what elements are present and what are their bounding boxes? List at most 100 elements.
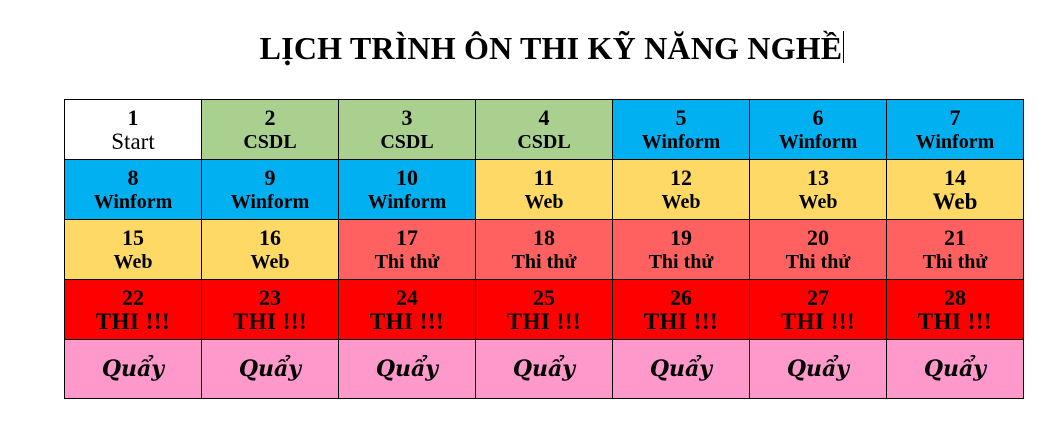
schedule-cell[interactable]: 17 Thi thử — [338, 219, 476, 280]
day-number: 13 — [807, 164, 829, 190]
schedule-week-4: 22 THI !!! 23 THI !!! 24 THI !!! 25 THI … — [64, 279, 1024, 340]
day-number: 23 — [259, 284, 281, 310]
day-topic: Thi thử — [648, 250, 714, 273]
day-number: 4 — [538, 104, 550, 130]
schedule-table: 1 Start 2 CSDL 3 CSDL 4 CSDL 5 Winform 6… — [64, 99, 1024, 399]
day-topic: Web — [661, 190, 701, 213]
day-topic: THI !!! — [917, 308, 993, 334]
day-number: 28 — [944, 284, 966, 310]
day-topic: Winform — [915, 130, 995, 153]
day-number: 20 — [807, 224, 829, 250]
day-number: 14 — [944, 164, 966, 190]
schedule-cell[interactable]: 8 Winform — [64, 159, 202, 220]
schedule-cell[interactable]: Quẩy — [749, 339, 887, 399]
schedule-cell[interactable]: Quẩy — [475, 339, 613, 399]
day-topic: Web — [798, 190, 838, 213]
schedule-cell[interactable]: 19 Thi thử — [612, 219, 750, 280]
schedule-cell[interactable]: 6 Winform — [749, 99, 887, 160]
day-number: 18 — [533, 224, 555, 250]
schedule-cell[interactable]: 26 THI !!! — [612, 279, 750, 340]
schedule-cell[interactable]: 12 Web — [612, 159, 750, 220]
day-topic: Winform — [230, 190, 310, 213]
day-number: 26 — [670, 284, 692, 310]
day-number: 15 — [122, 224, 144, 250]
day-number: 6 — [812, 104, 824, 130]
schedule-cell[interactable]: 14 Web — [886, 159, 1024, 220]
day-topic: Thi thử — [922, 250, 988, 273]
schedule-week-2: 8 Winform 9 Winform 10 Winform 11 Web 12… — [64, 159, 1024, 220]
day-topic: Web — [113, 250, 153, 273]
schedule-cell[interactable]: 22 THI !!! — [64, 279, 202, 340]
schedule-cell[interactable]: 13 Web — [749, 159, 887, 220]
page-title-text: LỊCH TRÌNH ÔN THI KỸ NĂNG NGHỀ — [259, 30, 843, 66]
day-number: 25 — [533, 284, 555, 310]
schedule-cell[interactable]: 25 THI !!! — [475, 279, 613, 340]
schedule-cell[interactable]: 5 Winform — [612, 99, 750, 160]
day-topic: Quẩy — [238, 356, 302, 382]
day-number: 7 — [949, 104, 961, 130]
day-number: 2 — [264, 104, 276, 130]
day-topic: Quẩy — [786, 356, 850, 382]
day-topic: THI !!! — [780, 308, 856, 334]
day-topic: Quẩy — [101, 356, 165, 382]
schedule-cell[interactable]: 16 Web — [201, 219, 339, 280]
schedule-week-1: 1 Start 2 CSDL 3 CSDL 4 CSDL 5 Winform 6… — [64, 99, 1024, 160]
day-topic: Winform — [641, 130, 721, 153]
schedule-cell[interactable]: 23 THI !!! — [201, 279, 339, 340]
schedule-week-3: 15 Web 16 Web 17 Thi thử 18 Thi thử 19 T… — [64, 219, 1024, 280]
schedule-week-5: Quẩy Quẩy Quẩy Quẩy Quẩy Quẩy Quẩy — [64, 339, 1024, 399]
day-topic: Quẩy — [923, 356, 987, 382]
day-topic: THI !!! — [232, 308, 308, 334]
day-topic: Thi thử — [374, 250, 440, 273]
schedule-cell[interactable]: 21 Thi thử — [886, 219, 1024, 280]
day-topic: Web — [524, 190, 564, 213]
schedule-cell[interactable]: 11 Web — [475, 159, 613, 220]
schedule-cell[interactable]: 18 Thi thử — [475, 219, 613, 280]
day-number: 3 — [401, 104, 413, 130]
schedule-cell[interactable]: 24 THI !!! — [338, 279, 476, 340]
day-number: 22 — [122, 284, 144, 310]
day-number: 12 — [670, 164, 692, 190]
day-topic: Winform — [778, 130, 858, 153]
schedule-cell[interactable]: 9 Winform — [201, 159, 339, 220]
schedule-cell[interactable]: 20 Thi thử — [749, 219, 887, 280]
day-number: 17 — [396, 224, 418, 250]
day-number: 9 — [264, 164, 276, 190]
schedule-cell[interactable]: 28 THI !!! — [886, 279, 1024, 340]
day-number: 19 — [670, 224, 692, 250]
day-topic: Web — [250, 250, 290, 273]
schedule-cell[interactable]: Quẩy — [201, 339, 339, 399]
schedule-cell[interactable]: 2 CSDL — [201, 99, 339, 160]
day-topic: CSDL — [243, 130, 297, 153]
schedule-cell[interactable]: 1 Start — [64, 99, 202, 160]
text-cursor — [843, 31, 845, 63]
schedule-cell[interactable]: 3 CSDL — [338, 99, 476, 160]
schedule-cell[interactable]: Quẩy — [886, 339, 1024, 399]
day-number: 27 — [807, 284, 829, 310]
day-number: 8 — [127, 164, 139, 190]
schedule-cell[interactable]: Quẩy — [612, 339, 750, 399]
day-topic: Thi thử — [511, 250, 577, 273]
day-topic: Quẩy — [512, 356, 576, 382]
day-topic: Thi thử — [785, 250, 851, 273]
day-number: 21 — [944, 224, 966, 250]
page-title[interactable]: LỊCH TRÌNH ÔN THI KỸ NĂNG NGHỀ — [0, 28, 1057, 68]
day-number: 1 — [127, 104, 139, 130]
schedule-cell[interactable]: Quẩy — [64, 339, 202, 399]
schedule-cell[interactable]: 15 Web — [64, 219, 202, 280]
day-topic: THI !!! — [506, 308, 582, 334]
schedule-cell[interactable]: 10 Winform — [338, 159, 476, 220]
schedule-cell[interactable]: 27 THI !!! — [749, 279, 887, 340]
day-topic: THI !!! — [95, 308, 171, 334]
day-number: 10 — [396, 164, 418, 190]
day-topic: Quẩy — [649, 356, 713, 382]
schedule-cell[interactable]: 7 Winform — [886, 99, 1024, 160]
day-topic: Web — [932, 188, 978, 214]
schedule-cell[interactable]: Quẩy — [338, 339, 476, 399]
schedule-cell[interactable]: 4 CSDL — [475, 99, 613, 160]
day-topic: Start — [111, 128, 155, 154]
day-topic: Winform — [93, 190, 173, 213]
day-number: 11 — [533, 164, 555, 190]
day-topic: Winform — [367, 190, 447, 213]
day-topic: Quẩy — [375, 356, 439, 382]
